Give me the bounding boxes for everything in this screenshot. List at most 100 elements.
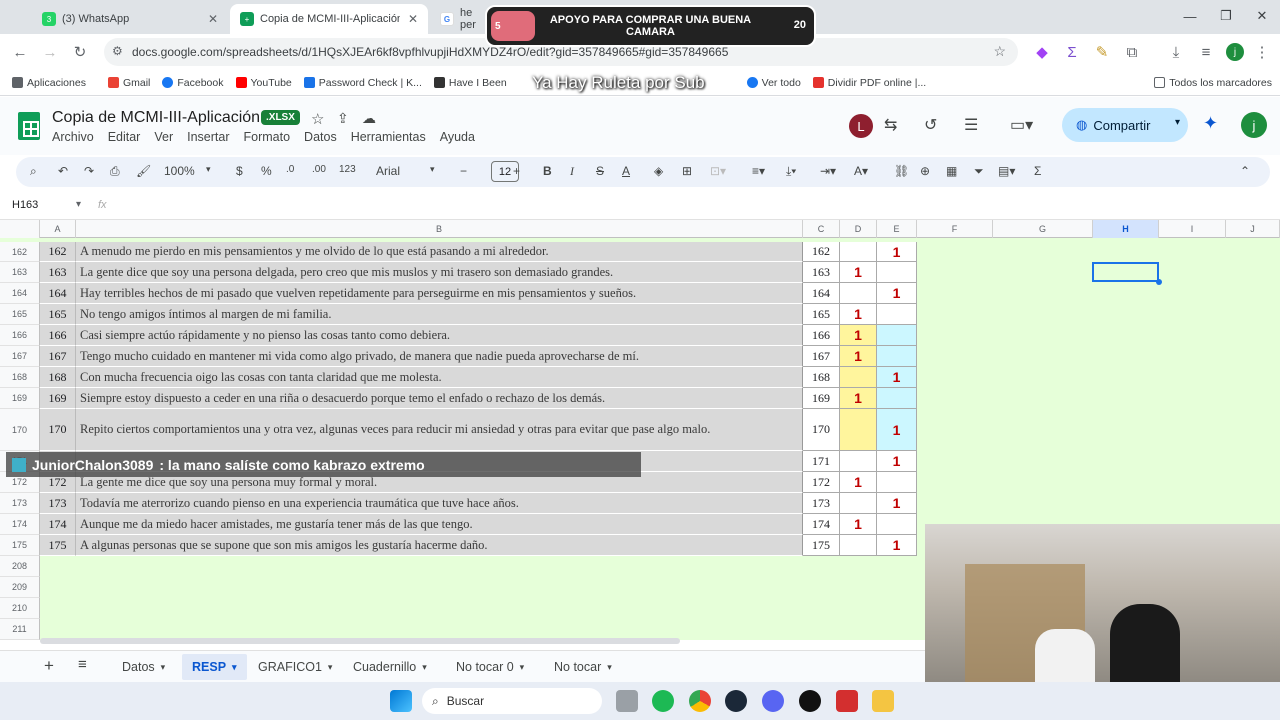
folder-icon[interactable] [872, 690, 894, 712]
strikethrough-icon[interactable]: S [596, 164, 604, 178]
browser-tab-sheets[interactable]: + Copia de MCMI-III-Aplicación.xl ✕ [230, 4, 428, 34]
discord-icon[interactable] [762, 690, 784, 712]
cell-item-number[interactable]: 169 [40, 388, 76, 409]
filter-icon[interactable]: ⏷ [974, 164, 984, 179]
menu-ayuda[interactable]: Ayuda [440, 130, 475, 144]
document-title[interactable]: Copia de MCMI-III-Aplicación [52, 109, 260, 127]
cell-item-ref[interactable]: 162 [803, 242, 840, 262]
bookmark-star-icon[interactable]: ☆ [993, 43, 1006, 60]
row-header[interactable]: 174 [0, 514, 40, 535]
extension-icon[interactable]: ✎ [1092, 42, 1112, 62]
align-left-icon[interactable]: ≡▾ [752, 164, 765, 178]
forward-icon[interactable]: → [40, 42, 60, 62]
star-icon[interactable]: ☆ [311, 110, 324, 128]
cell-item-ref[interactable]: 173 [803, 493, 840, 514]
insert-chart-icon[interactable]: ▦ [946, 164, 957, 178]
cell-answer-true[interactable]: 1 [840, 325, 877, 346]
cell-answer-false[interactable] [877, 304, 917, 325]
chevron-down-icon[interactable]: ▾ [161, 662, 166, 673]
bookmark-ver-todo[interactable]: Ver todo [746, 77, 801, 89]
merge-cells-icon[interactable]: ⊡▾ [710, 164, 726, 178]
undo-icon[interactable]: ↶ [58, 164, 68, 178]
cell-answer-false[interactable]: 1 [877, 367, 917, 388]
cloud-status-icon[interactable]: ☁ [362, 110, 376, 127]
text-rotation-icon[interactable]: A▾ [854, 164, 868, 178]
name-box[interactable]: H163 [12, 199, 38, 211]
text-wrap-icon[interactable]: ⇥▾ [820, 164, 836, 178]
cell-item-number[interactable]: 163 [40, 262, 76, 283]
taskbar-search[interactable]: ⌕ Buscar [422, 688, 602, 714]
cell-item-number[interactable]: 162 [40, 242, 76, 262]
chevron-down-icon[interactable]: ▾ [520, 662, 525, 673]
chevron-down-icon[interactable]: ▾ [76, 199, 81, 210]
cell-item-number[interactable]: 164 [40, 283, 76, 304]
cell-item-number[interactable]: 174 [40, 514, 76, 535]
cell-item-text[interactable]: Siempre estoy dispuesto a ceder en una r… [76, 388, 803, 409]
cell-item-text[interactable]: Hay terribles hechos de mi pasado que vu… [76, 283, 803, 304]
cell-item-ref[interactable]: 166 [803, 325, 840, 346]
font-select[interactable]: Arial [376, 164, 400, 178]
history-icon[interactable]: ↺ [924, 115, 937, 135]
bookmark-dividir-pdf[interactable]: Dividir PDF online |... [812, 77, 926, 89]
italic-icon[interactable]: I [570, 164, 574, 179]
sheet-tab[interactable]: Cuadernillo ▾ [343, 654, 437, 680]
row-header[interactable]: 169 [0, 388, 40, 409]
cell-answer-true[interactable]: 1 [840, 472, 877, 493]
column-header-h[interactable]: H [1093, 220, 1159, 238]
fill-handle[interactable] [1156, 279, 1162, 285]
menu-datos[interactable]: Datos [304, 130, 337, 144]
menu-ver[interactable]: Ver [154, 130, 173, 144]
column-header-c[interactable]: C [803, 220, 840, 238]
bold-icon[interactable]: B [543, 164, 552, 178]
file-explorer-icon[interactable] [616, 690, 638, 712]
row-header[interactable]: 165 [0, 304, 40, 325]
cell-answer-false[interactable]: 1 [877, 409, 917, 451]
cell-answer-true[interactable]: 1 [840, 304, 877, 325]
cell-item-number[interactable]: 167 [40, 346, 76, 367]
cell-answer-true[interactable] [840, 535, 877, 556]
bookmark-apps[interactable]: Aplicaciones [12, 77, 86, 89]
media-icon[interactable]: ≡ [1196, 42, 1216, 62]
site-info-icon[interactable]: ⚙ [112, 44, 123, 58]
cell-answer-false[interactable] [877, 388, 917, 409]
bookmark-facebook[interactable]: Facebook [162, 77, 224, 89]
steam-icon[interactable] [725, 690, 747, 712]
cell-item-ref[interactable]: 167 [803, 346, 840, 367]
spotify-icon[interactable] [652, 690, 674, 712]
collapse-toolbar-icon[interactable]: ⌃ [1240, 164, 1250, 178]
cell-item-number[interactable]: 170 [40, 409, 76, 451]
fill-color-icon[interactable]: ◈ [654, 164, 663, 178]
cell-item-ref[interactable]: 169 [803, 388, 840, 409]
cell-answer-false[interactable]: 1 [877, 451, 917, 472]
app-icon[interactable] [836, 690, 858, 712]
select-all-corner[interactable] [0, 220, 40, 238]
row-header[interactable]: 211 [0, 619, 40, 640]
extension-icon[interactable]: Σ [1062, 42, 1082, 62]
row-header[interactable]: 167 [0, 346, 40, 367]
bookmark-gmail[interactable]: Gmail [107, 77, 150, 89]
column-header-f[interactable]: F [917, 220, 993, 238]
obs-icon[interactable] [799, 690, 821, 712]
column-header-d[interactable]: D [840, 220, 877, 238]
cell-answer-true[interactable] [840, 409, 877, 451]
cell-item-number[interactable]: 175 [40, 535, 76, 556]
cell-item-text[interactable]: Con mucha frecuencia oigo las cosas con … [76, 367, 803, 388]
extension-icon[interactable]: ◆ [1032, 42, 1052, 62]
cell-item-ref[interactable]: 171 [803, 451, 840, 472]
cell-answer-true[interactable]: 1 [840, 514, 877, 535]
cell-item-ref[interactable]: 164 [803, 283, 840, 304]
bookmark-all[interactable]: Todos los marcadores [1154, 77, 1272, 89]
cell-answer-false[interactable] [877, 262, 917, 283]
cell-answer-true[interactable] [840, 242, 877, 262]
row-header[interactable]: 163 [0, 262, 40, 283]
cell-item-text[interactable]: Repito ciertos comportamientos una y otr… [76, 409, 803, 451]
close-icon[interactable]: ✕ [408, 12, 418, 26]
maximize-icon[interactable]: ❐ [1208, 0, 1244, 32]
row-header[interactable]: 166 [0, 325, 40, 346]
cell-item-ref[interactable]: 172 [803, 472, 840, 493]
link-icon[interactable]: ⛓ [894, 164, 909, 178]
chevron-down-icon[interactable]: ▾ [1175, 117, 1180, 128]
cell-item-number[interactable]: 166 [40, 325, 76, 346]
cell-item-number[interactable]: 168 [40, 367, 76, 388]
row-header[interactable]: 164 [0, 283, 40, 304]
